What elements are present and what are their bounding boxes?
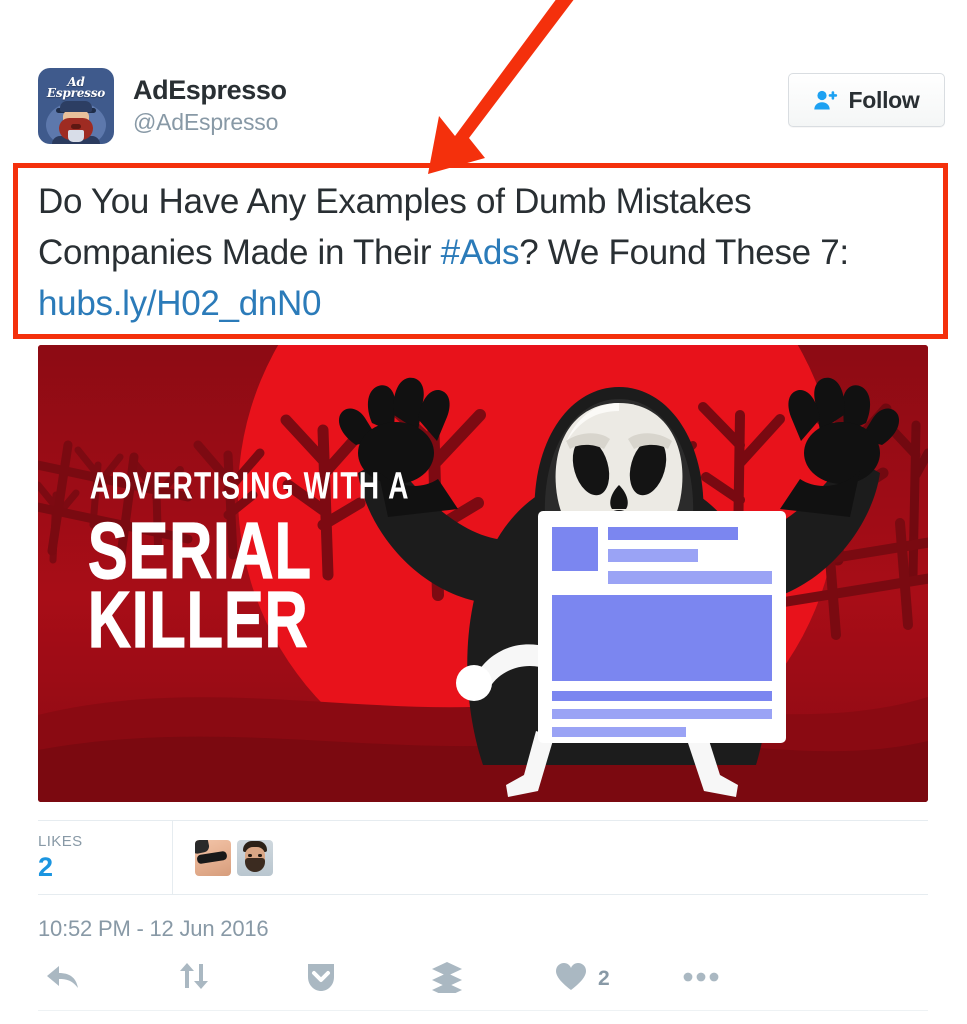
- retweet-icon: [176, 962, 212, 997]
- red-highlight-box: [13, 163, 948, 339]
- likes-bar: LIKES 2: [38, 820, 928, 895]
- account-names: AdEspresso @AdEspresso: [133, 74, 287, 136]
- retweet-button[interactable]: [176, 959, 212, 999]
- tweet-media-image[interactable]: ADVERTISING WITH A SERIAL KILLER: [38, 345, 928, 802]
- account-handle[interactable]: @AdEspresso: [133, 108, 287, 136]
- tweet-timestamp[interactable]: 10:52 PM - 12 Jun 2016: [38, 916, 269, 942]
- more-options-icon: [683, 970, 719, 988]
- like-count: 2: [598, 967, 610, 990]
- buffer-icon: [431, 961, 463, 998]
- avatar-cap: [60, 101, 92, 112]
- like-heart-icon: [555, 962, 587, 997]
- buffer-button[interactable]: [431, 959, 463, 999]
- likes-summary[interactable]: LIKES 2: [38, 821, 173, 894]
- headline-line2: KILLER: [88, 576, 309, 664]
- liker-avatars: [173, 821, 928, 894]
- avatar-mouth: [71, 124, 81, 129]
- red-pointer-arrow: [428, 0, 574, 174]
- tweet-card: Ad Espresso AdEspresso @AdEspresso Follo…: [0, 0, 967, 1024]
- avatar-coffee-cup: [68, 130, 84, 142]
- reply-icon: [45, 962, 81, 997]
- liker-avatar-2[interactable]: [237, 839, 273, 876]
- tweet-action-bar: 2: [38, 953, 928, 1011]
- likes-count[interactable]: 2: [38, 851, 172, 883]
- more-options-button[interactable]: [683, 959, 719, 999]
- avatar-wordmark: Ad Espresso: [38, 76, 114, 100]
- pocket-save-icon: [306, 961, 336, 998]
- headline-small: ADVERTISING WITH A: [90, 466, 410, 508]
- reply-button[interactable]: [45, 959, 81, 999]
- avatar[interactable]: Ad Espresso: [38, 68, 114, 144]
- likes-label: LIKES: [38, 833, 83, 850]
- media-illustration: ADVERTISING WITH A SERIAL KILLER: [38, 345, 928, 802]
- avatar-wordmark-line2: Espresso: [46, 86, 106, 100]
- pocket-save-button[interactable]: [306, 959, 336, 999]
- follow-button-label: Follow: [848, 86, 920, 113]
- user-plus-icon: [813, 89, 839, 111]
- liker2-eye-right: [258, 853, 262, 857]
- liker2-eye-left: [248, 853, 252, 857]
- display-name[interactable]: AdEspresso: [133, 74, 287, 106]
- liker-avatar-1[interactable]: [195, 839, 231, 876]
- liker2-beard: [245, 857, 265, 872]
- like-button[interactable]: 2: [555, 959, 610, 999]
- avatar-image: Ad Espresso: [38, 68, 114, 144]
- follow-button[interactable]: Follow: [788, 73, 945, 127]
